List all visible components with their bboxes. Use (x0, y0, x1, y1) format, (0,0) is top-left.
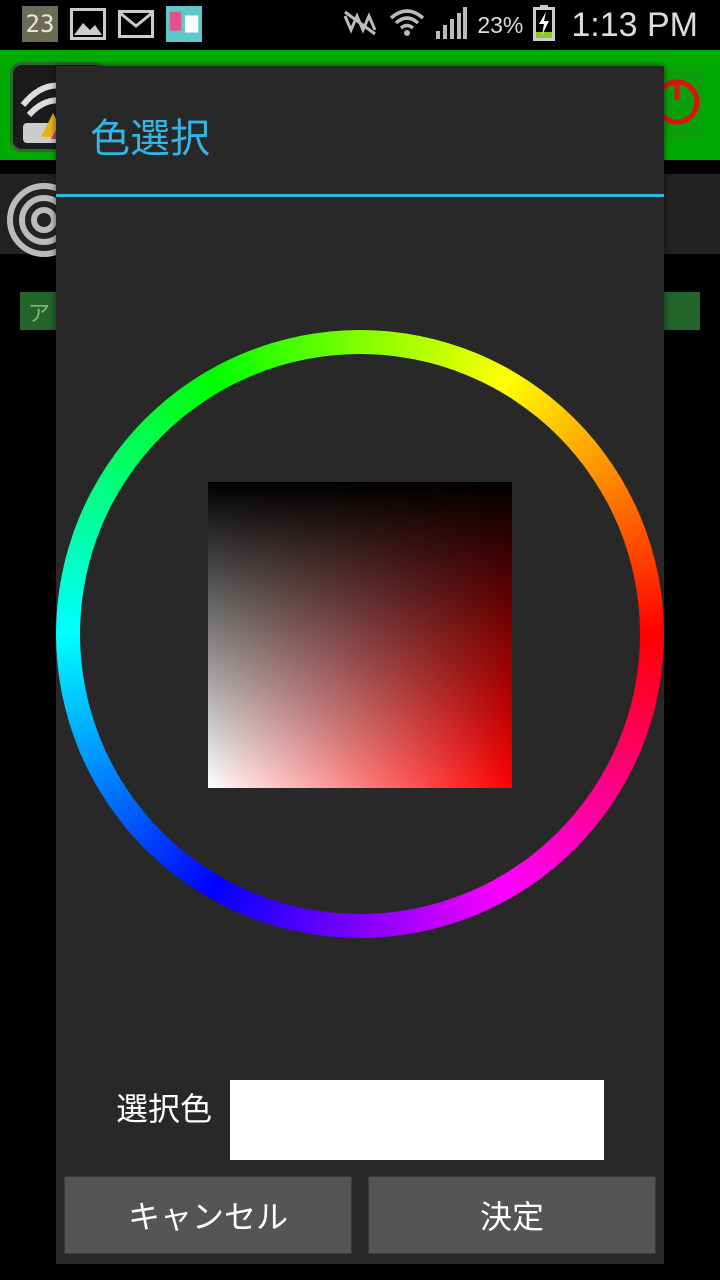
saturation-value-square[interactable] (208, 482, 512, 788)
wifi-icon (389, 6, 425, 44)
calendar-icon: 23 (22, 6, 58, 42)
color-picker-dialog: 色選択 選択色 キャンセル 決定 (56, 66, 664, 1264)
cancel-button[interactable]: キャンセル (64, 1176, 352, 1254)
gmail-icon (118, 6, 154, 42)
title-divider (56, 194, 664, 197)
battery-charging-icon (533, 5, 556, 45)
gallery-icon (70, 6, 106, 42)
status-bar: 23 23% 1:13 PM (0, 0, 720, 50)
app-banner-text: ア (28, 302, 51, 327)
dialog-title: 色選択 (90, 116, 210, 162)
selected-color-swatch (230, 1080, 604, 1160)
battery-percent: 23% (477, 11, 524, 38)
mute-icon (341, 8, 379, 42)
app-notification-icon (166, 6, 202, 42)
selected-color-label: 選択色 (116, 1090, 213, 1128)
ok-button[interactable]: 決定 (368, 1176, 656, 1254)
clock: 1:13 PM (571, 5, 698, 44)
signal-icon (435, 7, 468, 43)
calendar-day: 23 (25, 10, 55, 38)
